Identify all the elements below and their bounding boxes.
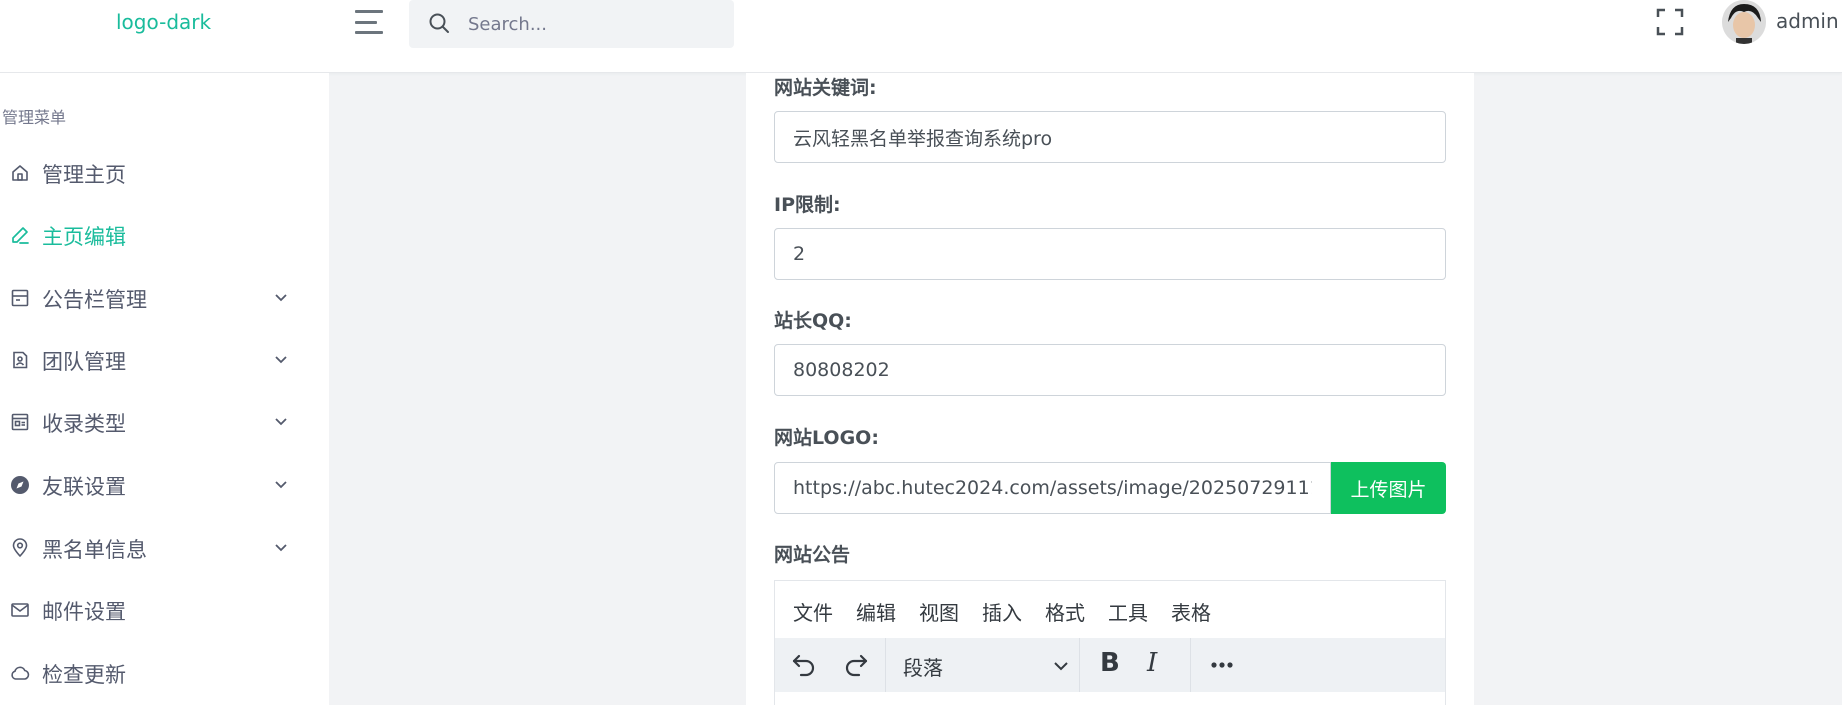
sidebar-item-label: 公告栏管理	[42, 288, 147, 312]
italic-button[interactable]: I	[1147, 648, 1157, 678]
admin-qq-input[interactable]	[774, 344, 1446, 396]
more-options-icon[interactable]	[1207, 650, 1237, 680]
undo-icon[interactable]	[789, 650, 819, 680]
editor-menu-insert[interactable]: 插入	[982, 597, 1022, 626]
menu-toggle-icon[interactable]	[355, 8, 383, 36]
sidebar: 管理菜单 管理主页 主页编辑 公告栏管理 团队管理 收录类型 友联设置 黑名单信…	[0, 73, 329, 705]
sidebar-item-friend-links[interactable]: 友联设置	[0, 465, 310, 505]
avatar[interactable]	[1722, 0, 1766, 44]
keywords-label: 网站关键词:	[774, 77, 877, 99]
sidebar-item-blacklist[interactable]: 黑名单信息	[0, 528, 310, 568]
bold-button[interactable]: B	[1100, 648, 1120, 678]
sidebar-item-label: 友联设置	[42, 475, 126, 499]
editor-menu-file[interactable]: 文件	[793, 597, 833, 626]
chevron-down-icon	[275, 356, 287, 364]
username[interactable]: admin	[1776, 9, 1839, 33]
block-format-value: 段落	[903, 656, 943, 680]
editor-toolbar: 段落 B I	[775, 638, 1445, 692]
list-card-icon	[11, 413, 29, 431]
sidebar-item-team[interactable]: 团队管理	[0, 340, 310, 380]
editor-menu-tools[interactable]: 工具	[1108, 597, 1148, 626]
toolbar-divider	[885, 638, 886, 692]
editor-menubar: 文件 编辑 视图 插入 格式 工具 表格	[775, 581, 1445, 638]
home-icon	[12, 165, 28, 181]
sidebar-item-announcements[interactable]: 公告栏管理	[0, 278, 310, 318]
sidebar-item-homepage-edit[interactable]: 主页编辑	[0, 215, 310, 255]
sidebar-item-label: 检查更新	[42, 663, 126, 687]
upload-image-button[interactable]: 上传图片	[1331, 462, 1446, 514]
sidebar-item-mail-settings[interactable]: 邮件设置	[0, 590, 310, 630]
chevron-down-icon	[275, 294, 287, 302]
sidebar-item-check-update[interactable]: 检查更新	[0, 653, 310, 693]
admin-qq-label: 站长QQ:	[774, 310, 852, 332]
user-doc-icon	[13, 351, 28, 369]
logo[interactable]: logo-dark	[116, 10, 211, 34]
chevron-down-icon	[275, 544, 287, 552]
layout-icon	[11, 289, 29, 307]
editor-menu-table[interactable]: 表格	[1171, 597, 1211, 626]
sidebar-item-label: 收录类型	[42, 412, 126, 436]
ip-limit-label: IP限制:	[774, 194, 841, 216]
block-format-select[interactable]: 段落	[903, 650, 1071, 680]
redo-icon[interactable]	[841, 650, 871, 680]
sidebar-item-label: 邮件设置	[42, 600, 126, 624]
editor-menu-edit[interactable]: 编辑	[856, 597, 896, 626]
edit-icon	[12, 227, 29, 244]
compass-icon	[11, 476, 29, 494]
menu-section-title: 管理菜单	[2, 108, 67, 127]
top-bar: logo-dark admin	[0, 0, 1842, 73]
map-pin-icon	[12, 538, 28, 558]
settings-form-card: 网站关键词: IP限制: 站长QQ: 网站LOGO: 上传图片 网站公告 文件 …	[746, 73, 1474, 705]
sidebar-item-label: 团队管理	[42, 350, 126, 374]
search-box	[409, 0, 734, 48]
chevron-down-icon	[275, 481, 287, 489]
editor-menu-view[interactable]: 视图	[919, 597, 959, 626]
toolbar-divider	[1190, 638, 1191, 692]
notice-label: 网站公告	[774, 544, 851, 566]
chevron-down-icon	[1054, 662, 1068, 671]
sidebar-item-label: 主页编辑	[42, 225, 126, 249]
sidebar-item-label: 黑名单信息	[42, 538, 147, 562]
mail-icon	[11, 603, 29, 617]
editor-menu-format[interactable]: 格式	[1045, 597, 1085, 626]
sidebar-item-record-types[interactable]: 收录类型	[0, 402, 310, 442]
search-input[interactable]	[466, 8, 725, 40]
rich-text-editor: 文件 编辑 视图 插入 格式 工具 表格 段落 B I	[774, 580, 1446, 705]
logo-label: 网站LOGO:	[774, 427, 879, 449]
logo-url-input[interactable]	[774, 462, 1331, 514]
keywords-input[interactable]	[774, 111, 1446, 163]
sidebar-item-label: 管理主页	[42, 163, 126, 187]
cloud-icon	[11, 666, 30, 680]
chevron-down-icon	[275, 418, 287, 426]
fullscreen-icon[interactable]	[1655, 7, 1685, 37]
toolbar-divider	[1079, 638, 1080, 692]
search-icon	[429, 13, 449, 33]
sidebar-item-dashboard[interactable]: 管理主页	[0, 153, 310, 193]
ip-limit-input[interactable]	[774, 228, 1446, 280]
